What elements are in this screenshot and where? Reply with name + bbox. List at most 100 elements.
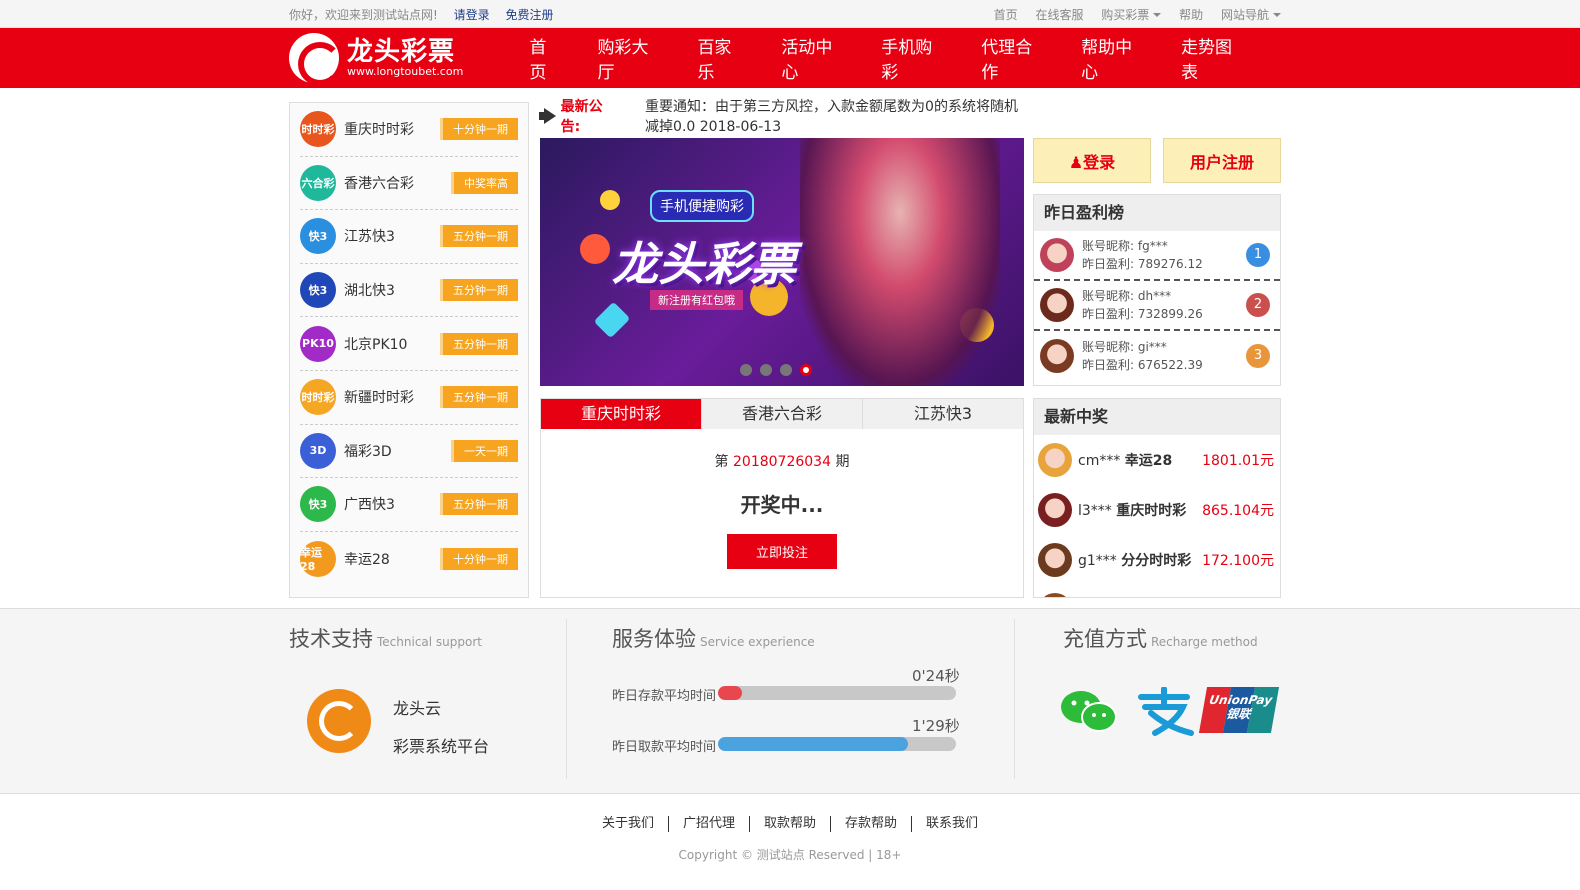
lottery-name: 福彩3D <box>344 443 392 460</box>
lottery-frequency-tag: 五分钟一期 <box>440 225 518 248</box>
win-amount: 865.104元 <box>1202 503 1274 519</box>
top-link-home[interactable]: 首页 <box>994 8 1018 22</box>
lottery-item[interactable]: PK10 北京PK10 五分钟一期 <box>300 317 518 371</box>
footer-link[interactable]: 存款帮助 <box>831 816 913 832</box>
lottery-icon: 3D <box>300 432 336 469</box>
tech-subtitle: Technical support <box>377 635 482 649</box>
lottery-item[interactable]: 3D 福彩3D 一天一期 <box>300 425 518 479</box>
nav-baccarat[interactable]: 百家乐 <box>697 33 745 83</box>
lottery-icon: 时时彩 <box>300 111 336 148</box>
lottery-icon: 时时彩 <box>300 379 336 416</box>
carousel-dot[interactable] <box>780 364 792 376</box>
register-button[interactable]: 用户注册 <box>1163 138 1281 183</box>
lottery-item[interactable]: 六合彩 香港六合彩 中奖率高 <box>300 157 518 211</box>
profit-rank-item[interactable]: 账号昵称: fg*** 昨日盈利: 789276.12 1 <box>1034 231 1280 281</box>
issue-suffix: 期 <box>835 454 850 470</box>
recharge-subtitle: Recharge method <box>1151 635 1258 649</box>
win-username: g1*** <box>1078 553 1117 569</box>
wechat-pay-icon[interactable] <box>1059 687 1119 737</box>
unionpay-icon[interactable]: UnionPay 银联 <box>1198 687 1280 733</box>
win-game: 幸运28 <box>1124 453 1173 469</box>
top-link-buy[interactable]: 购买彩票 <box>1101 8 1162 22</box>
rank-badge: 3 <box>1246 344 1270 368</box>
nav-mobile[interactable]: 手机购彩 <box>881 33 945 83</box>
lottery-item[interactable]: 时时彩 新疆时时彩 五分钟一期 <box>300 371 518 425</box>
lottery-item[interactable]: 快3 江苏快3 五分钟一期 <box>300 210 518 264</box>
chevron-down-icon <box>1153 13 1162 17</box>
experience-title-text: 服务体验 <box>612 627 696 651</box>
lottery-item-left: 幸运28 幸运28 <box>300 540 390 577</box>
lottery-name: 香港六合彩 <box>344 175 414 192</box>
lottery-name: 北京PK10 <box>344 336 408 353</box>
issue-prefix: 第 <box>714 454 729 470</box>
lottery-item-left: 六合彩 香港六合彩 <box>300 164 414 201</box>
bet-now-button[interactable]: 立即投注 <box>727 534 837 569</box>
avatar <box>1040 339 1074 373</box>
latest-win-item[interactable]: g1*** 分分时时彩 172.100元 <box>1034 535 1280 585</box>
lottery-frequency-tag: 五分钟一期 <box>440 386 518 409</box>
unionpay-cn: 银联 <box>1225 707 1252 721</box>
win-game: 重庆时时彩 <box>1116 503 1187 519</box>
rank-profit: 昨日盈利: 789276.12 <box>1082 257 1203 271</box>
tech-title-text: 技术支持 <box>289 627 373 651</box>
lottery-item-left: 快3 江苏快3 <box>300 218 395 255</box>
profit-rank-panel: 昨日盈利榜 账号昵称: fg*** 昨日盈利: 789276.12 1 账号昵称: d… <box>1033 194 1281 386</box>
footer-link[interactable]: 联系我们 <box>912 816 992 832</box>
experience-subtitle: Service experience <box>700 635 815 649</box>
lottery-frequency-tag: 一天一期 <box>451 439 518 462</box>
top-link-help[interactable]: 帮助 <box>1179 8 1203 22</box>
avatar <box>1038 543 1072 577</box>
win-user: g1*** 分分时时彩 <box>1078 550 1198 570</box>
win-username: l3*** <box>1078 503 1112 519</box>
latest-wins-panel: 最新中奖 cm*** 幸运28 1801.01元 l3*** 重庆时时彩 865.10… <box>1033 398 1281 598</box>
withdraw-time-bar <box>718 737 956 751</box>
lottery-item-left: 快3 广西快3 <box>300 486 395 523</box>
notice-text[interactable]: 重要通知：由于第三方风控，入款金额尾数为0的系统将随机减掉0.0 2018-06… <box>645 96 1029 136</box>
promo-banner[interactable]: 手机便捷购彩 龙头彩票 新注册有红包哦 <box>540 138 1024 386</box>
lottery-name: 幸运28 <box>344 551 390 568</box>
alipay-icon[interactable] <box>1133 687 1195 737</box>
register-link[interactable]: 免费注册 <box>505 8 553 22</box>
lottery-item[interactable]: 幸运28 幸运28 十分钟一期 <box>300 532 518 586</box>
issue-number: 20180726034 <box>733 454 831 470</box>
login-link[interactable]: 请登录 <box>454 8 490 22</box>
lottery-item[interactable]: 时时彩 重庆时时彩 十分钟一期 <box>300 103 518 157</box>
lottery-item[interactable]: 快3 湖北快3 五分钟一期 <box>300 264 518 318</box>
main-nav: 首页 购彩大厅 百家乐 活动中心 手机购彩 代理合作 帮助中心 走势图表 <box>530 33 1281 83</box>
avatar <box>1040 288 1074 322</box>
nav-agent[interactable]: 代理合作 <box>981 33 1045 83</box>
nav-activities[interactable]: 活动中心 <box>781 33 845 83</box>
footer-link[interactable]: 广招代理 <box>669 816 750 832</box>
site-logo[interactable]: 龙头彩票 www.longtoubet.com <box>289 33 530 86</box>
nav-trend-chart[interactable]: 走势图表 <box>1181 33 1245 83</box>
latest-win-item[interactable]: l3*** 重庆时时彩 865.104元 <box>1034 485 1280 535</box>
footer-link[interactable]: 关于我们 <box>588 816 669 832</box>
nav-home[interactable]: 首页 <box>530 33 562 83</box>
carousel-dot[interactable] <box>760 364 772 376</box>
tab-hongkong[interactable]: 香港六合彩 <box>702 399 863 429</box>
latest-win-item[interactable]: cm*** 幸运28 1801.01元 <box>1034 435 1280 485</box>
carousel-dot-active[interactable] <box>800 364 812 376</box>
latest-win-item[interactable]: i2*** 香港六合彩998.26元 <box>1034 585 1280 597</box>
top-link-support[interactable]: 在线客服 <box>1035 8 1083 22</box>
top-link-sitenav[interactable]: 网站导航 <box>1221 8 1281 22</box>
top-links: 首页 在线客服 购买彩票 帮助 网站导航 <box>980 6 1281 23</box>
recharge-title-text: 充值方式 <box>1063 627 1147 651</box>
banner-title: 龙头彩票 <box>612 237 796 291</box>
profit-rank-item[interactable]: 账号昵称: gi*** 昨日盈利: 676522.39 3 <box>1034 331 1280 381</box>
welcome-area: 你好，欢迎来到测试站点网! 请登录 免费注册 <box>289 6 554 23</box>
carousel-dot[interactable] <box>740 364 752 376</box>
login-button[interactable]: ♟登录 <box>1033 138 1151 183</box>
login-button-label: 登录 <box>1083 152 1116 172</box>
avatar <box>1040 238 1074 272</box>
footer-link[interactable]: 取款帮助 <box>750 816 831 832</box>
nav-lottery-hall[interactable]: 购彩大厅 <box>598 33 662 83</box>
lottery-item-left: 3D 福彩3D <box>300 432 392 469</box>
nav-help[interactable]: 帮助中心 <box>1081 33 1145 83</box>
tab-jiangsu[interactable]: 江苏快3 <box>863 399 1023 429</box>
longtou-cloud-logo-icon <box>307 689 371 753</box>
tab-chongqing[interactable]: 重庆时时彩 <box>541 399 702 429</box>
lottery-item[interactable]: 快3 广西快3 五分钟一期 <box>300 478 518 532</box>
lottery-icon: 快3 <box>300 486 336 523</box>
profit-rank-item[interactable]: 账号昵称: dh*** 昨日盈利: 732899.26 2 <box>1034 281 1280 331</box>
